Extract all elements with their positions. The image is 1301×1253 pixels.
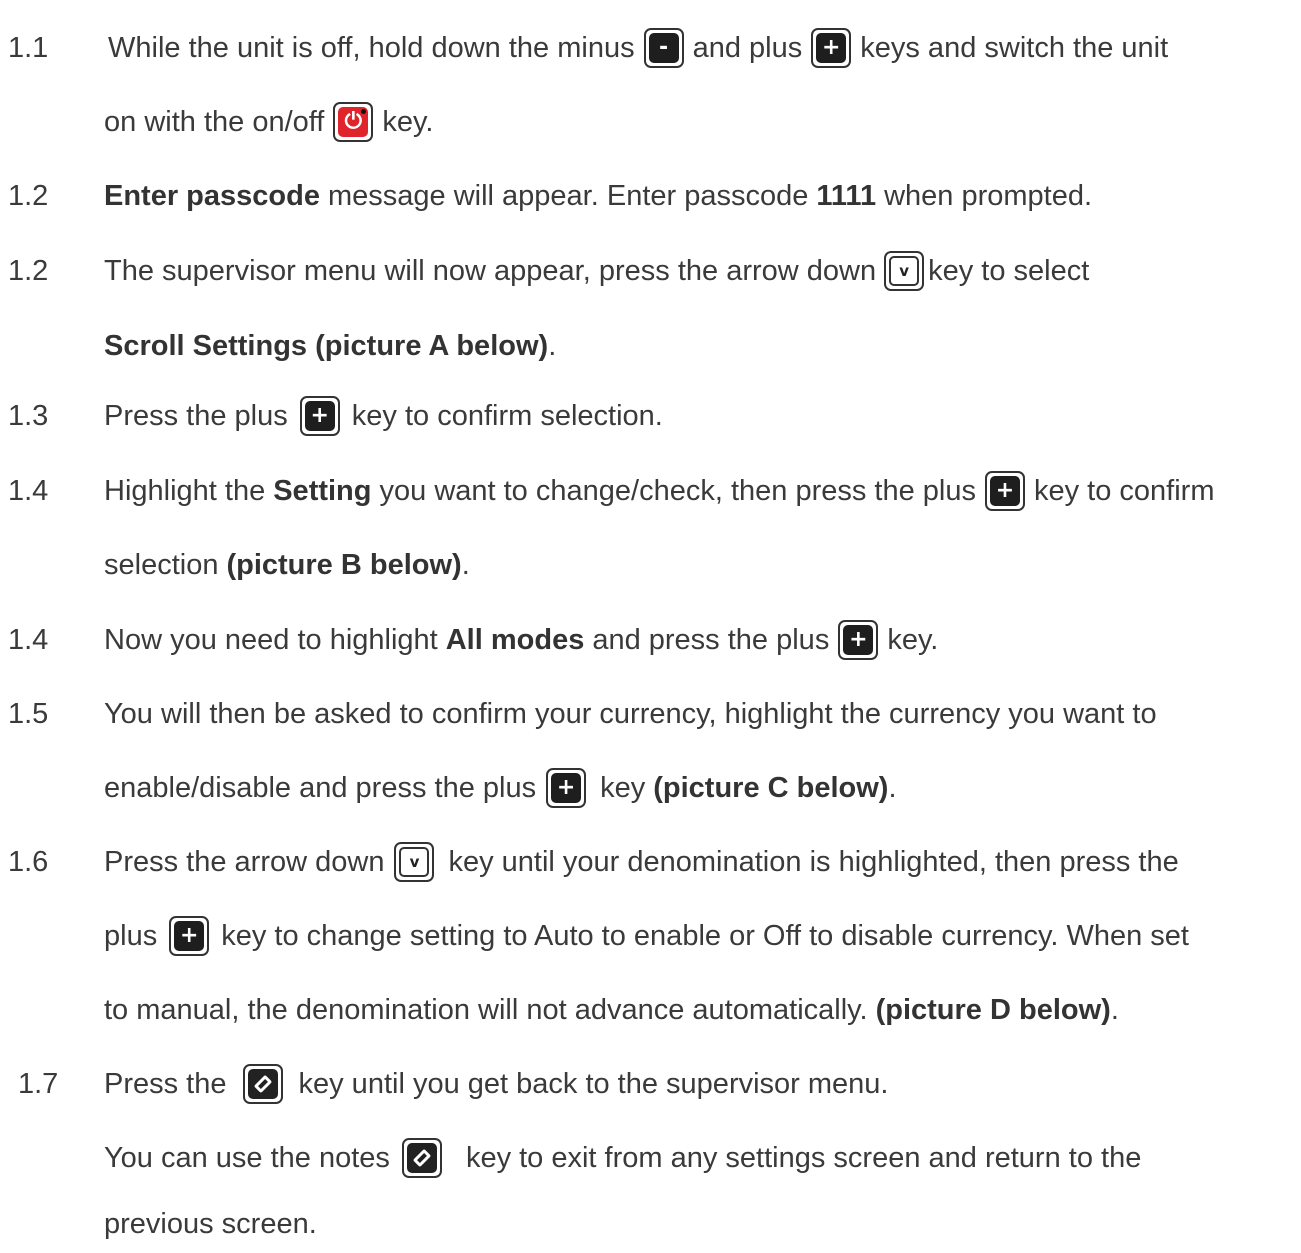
step-1-2b: 1.2 The supervisor menu will now appear,… [0,243,1301,299]
step-text: You will then be asked to confirm your c… [104,697,1157,730]
plus-key-icon: + [838,620,879,660]
step-bold: Setting [273,474,372,507]
step-text: Now you need to highlight [104,623,438,656]
step-bold: (picture C below) [653,771,889,804]
step-text: Press the plus [104,399,288,432]
step-text: key to exit from any settings screen and… [465,1141,1142,1174]
step-text: . [1110,993,1119,1026]
step-text: you want to change/check, then press the… [379,474,976,507]
step-1-4: 1.4 Highlight the Setting you want to ch… [0,463,1301,519]
step-bold: (picture B below) [226,548,462,581]
step-text: enable/disable and press the plus [104,771,537,804]
plus-key-icon: + [546,768,587,808]
step-text: . [888,771,897,804]
step-number: 1.7 [18,1067,59,1100]
arrow-down-key-icon: v [884,251,925,291]
plus-key-icon: + [169,916,210,956]
step-1-5: 1.5 You will then be asked to confirm yo… [0,686,1301,742]
step-1-7: 1.7 Press the key until you get back to … [0,1056,1301,1112]
step-text: key. [382,105,434,138]
step-text: You can use the notes [104,1141,390,1174]
step-text: previous screen. [104,1207,317,1240]
step-text: Highlight the [104,474,266,507]
step-bold: (picture D below) [875,993,1111,1026]
step-bold: Scroll Settings (picture A below) [104,329,549,362]
step-text: key to select [928,254,1090,287]
step-bold: All modes [445,623,585,656]
step-number: 1.5 [8,697,49,730]
plus-key-icon: + [299,396,340,436]
step-number: 1.3 [8,399,49,432]
step-number: 1.4 [8,474,49,507]
step-text: Press the [104,1067,227,1100]
step-1-6: 1.6 Press the arrow down v key until you… [0,834,1301,890]
step-1-1: 1.1 While the unit is off, hold down the… [0,20,1301,76]
step-1-2b-cont: Scroll Settings (picture A below) . [0,318,1301,374]
step-number: 1.4 [8,623,49,656]
step-text: Press the arrow down [104,845,385,878]
step-text: when prompted. [884,179,1093,212]
step-number: 1.2 [8,254,49,287]
step-number: 1.1 [8,31,49,64]
step-1-6-cont: plus + key to change setting to Auto to … [0,908,1301,964]
step-1-7-cont: You can use the notes key to exit from a… [0,1130,1301,1186]
step-text: key. [887,623,939,656]
step-number: 1.2 [8,179,49,212]
step-1-5-cont: enable/disable and press the plus + key … [0,760,1301,816]
step-text: and plus [692,31,803,64]
step-text: message will appear. Enter passcode [327,179,809,212]
step-text: key [600,771,646,804]
step-text: to manual, the denomination will not adv… [104,993,868,1026]
step-bold: 1111 [816,179,877,212]
step-bold: Enter passcode [104,179,320,212]
step-1-2: 1.2 Enter passcode message will appear. … [0,168,1301,224]
step-text: key to confirm selection. [351,399,663,432]
minus-key-icon: - [643,28,684,68]
step-text: The supervisor menu will now appear, pre… [104,254,877,287]
step-text: selection [104,548,219,581]
step-text: on with the on/off [104,105,325,138]
step-text: key until your denomination is highlight… [448,845,1179,878]
plus-key-icon: + [984,471,1025,511]
step-text: keys and switch the unit [860,31,1169,64]
step-1-6-cont2: to manual, the denomination will not adv… [0,982,1301,1038]
step-number: 1.6 [8,845,49,878]
step-1-4-cont: selection (picture B below) . [0,537,1301,593]
notes-key-icon [401,1138,442,1178]
step-text: . [548,329,557,362]
power-key-icon: ⏻ [333,102,374,142]
step-text: plus [104,919,158,952]
step-text: and press the plus [592,623,830,656]
arrow-down-key-icon: v [394,842,435,882]
step-1-7-cont2: previous screen. [0,1196,1301,1252]
step-text: key to confirm [1033,474,1215,507]
plus-key-icon: + [811,28,852,68]
step-1-1-cont: on with the on/off ⏻ key. [0,94,1301,150]
notes-key-icon [242,1064,283,1104]
step-1-4b: 1.4 Now you need to highlight All modes … [0,612,1301,668]
step-text: While the unit is off, hold down the min… [108,31,635,64]
step-text: key until you get back to the supervisor… [298,1067,889,1100]
step-text: . [461,548,470,581]
step-1-3: 1.3 Press the plus + key to confirm sele… [0,388,1301,444]
step-text: key to change setting to Auto to enable … [221,919,1189,952]
